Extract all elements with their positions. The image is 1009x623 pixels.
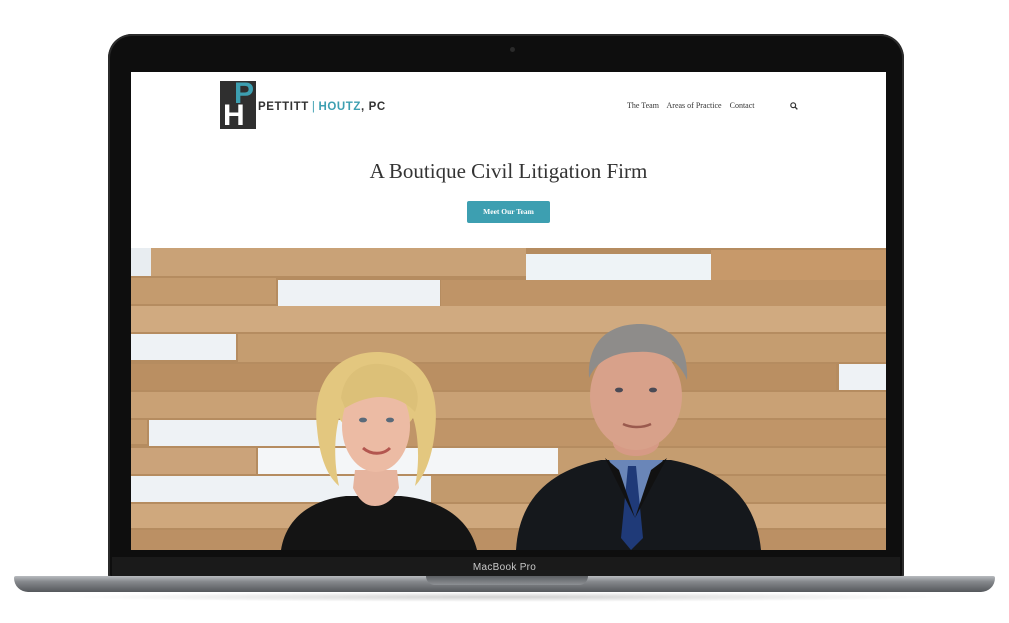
device-label: MacBook Pro: [472, 562, 537, 573]
laptop-shadow: [60, 592, 950, 602]
nav-item-the-team[interactable]: The Team: [627, 101, 659, 110]
firm-logo[interactable]: P H PETTITT | HOUTZ, PC: [220, 80, 400, 132]
hero-title: A Boutique Civil Litigation Firm: [369, 159, 648, 183]
nav-item-contact[interactable]: Contact: [730, 101, 755, 110]
logo-mark: P H: [220, 81, 256, 129]
camera-icon: [510, 47, 515, 52]
website-screen: P H PETTITT | HOUTZ, PC The Team Areas of …: [131, 72, 886, 550]
logo-name-primary: PETTITT: [258, 101, 309, 113]
team-photo: [131, 248, 886, 550]
search-icon[interactable]: [790, 102, 798, 110]
nav-item-areas-of-practice[interactable]: Areas of Practice: [667, 101, 722, 110]
logo-suffix: , PC: [361, 101, 386, 113]
logo-name-secondary: HOUTZ: [318, 101, 362, 113]
logo-wordmark: PETTITT | HOUTZ, PC: [258, 101, 386, 113]
laptop-mockup: P H PETTITT | HOUTZ, PC The Team Areas of …: [0, 0, 1009, 623]
logo-separator: |: [311, 101, 316, 113]
meet-our-team-button[interactable]: Meet Our Team: [467, 201, 550, 223]
laptop-notch: [426, 576, 588, 585]
site-header: P H PETTITT | HOUTZ, PC The Team Areas of …: [131, 72, 886, 132]
main-nav: The Team Areas of Practice Contact: [627, 101, 761, 110]
wood-slat-wall: [131, 248, 886, 550]
logo-mark-letter-h: H: [223, 99, 245, 130]
